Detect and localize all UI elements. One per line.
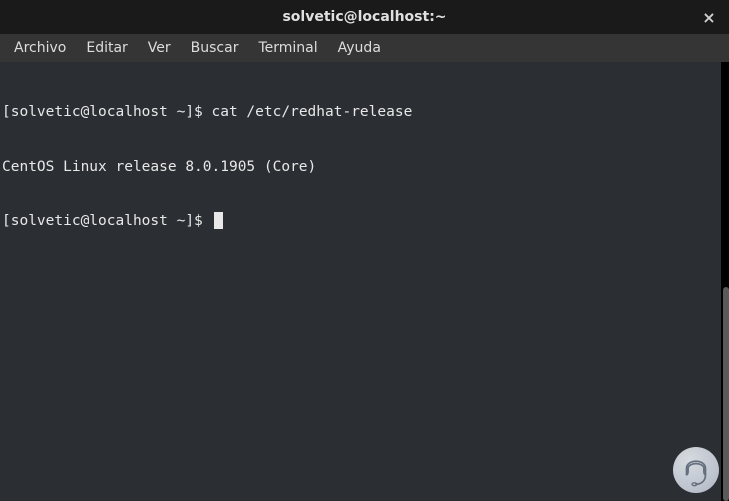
menubar: Archivo Editar Ver Buscar Terminal Ayuda — [0, 34, 729, 62]
terminal-line: [solvetic@localhost ~]$ cat /etc/redhat-… — [2, 103, 719, 121]
cursor-block — [214, 212, 223, 229]
vertical-scrollbar[interactable] — [721, 62, 729, 501]
menu-buscar[interactable]: Buscar — [181, 37, 249, 59]
watermark-badge — [673, 447, 719, 493]
close-icon[interactable]: × — [699, 7, 719, 27]
menu-archivo[interactable]: Archivo — [4, 37, 76, 59]
terminal-line: [solvetic@localhost ~]$ — [2, 212, 719, 230]
scrollbar-thumb[interactable] — [723, 287, 729, 501]
menu-ayuda[interactable]: Ayuda — [328, 37, 391, 59]
shell-prompt: [solvetic@localhost ~]$ — [2, 213, 212, 229]
headphone-icon — [680, 451, 712, 489]
terminal-output: CentOS Linux release 8.0.1905 (Core) — [2, 158, 719, 176]
window-titlebar: solvetic@localhost:~ × — [0, 0, 729, 34]
terminal-body[interactable]: [solvetic@localhost ~]$ cat /etc/redhat-… — [0, 62, 721, 501]
menu-terminal[interactable]: Terminal — [248, 37, 327, 59]
menu-editar[interactable]: Editar — [76, 37, 137, 59]
shell-prompt: [solvetic@localhost ~]$ — [2, 104, 212, 120]
shell-command: cat /etc/redhat-release — [212, 104, 413, 120]
window-title: solvetic@localhost:~ — [282, 9, 446, 25]
menu-ver[interactable]: Ver — [138, 37, 181, 59]
